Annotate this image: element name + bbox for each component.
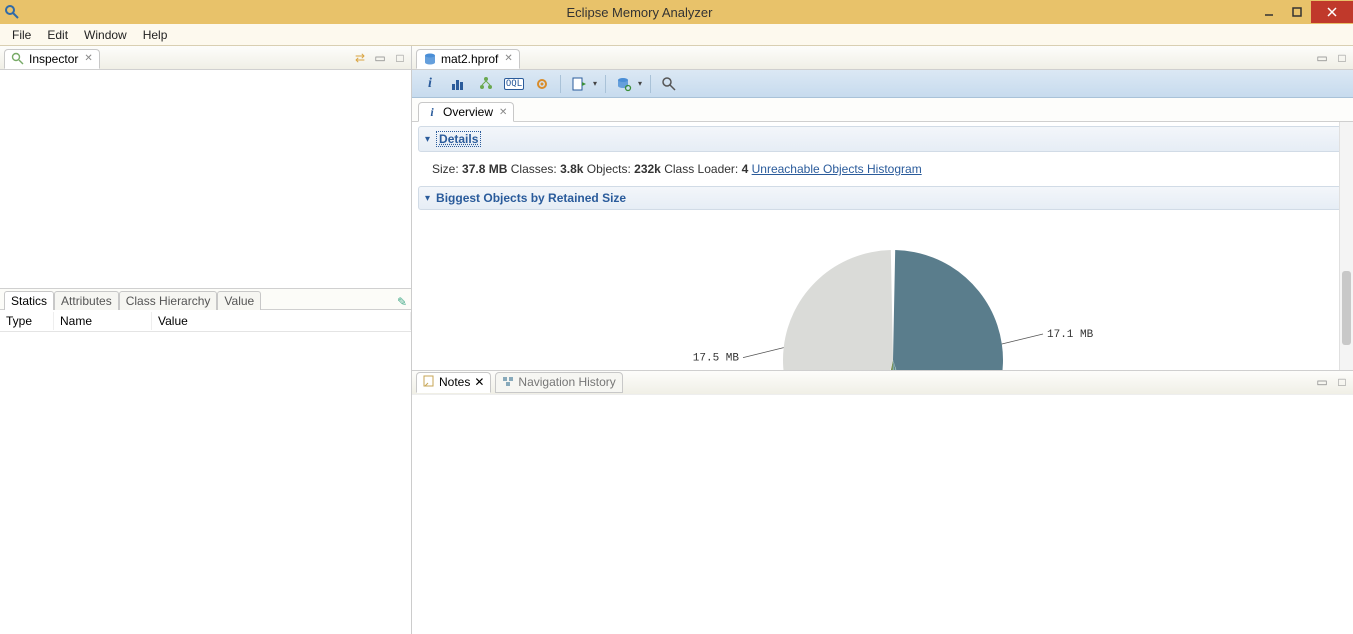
tab-notes[interactable]: Notes ✕ (416, 372, 491, 393)
inspector-tabbar: Inspector ✕ ⇄ ▭ □ (0, 46, 411, 70)
nav-history-label: Navigation History (518, 375, 615, 389)
size-label: Size: (432, 162, 459, 176)
inspector-columns: Type Name Value (0, 310, 411, 332)
overview-content: ▾ Details Size: 37.8 MB Classes: 3.8k Ob… (412, 122, 1353, 370)
inspector-actions: ⇄ ▭ □ (353, 51, 407, 65)
classes-label: Classes: (511, 162, 557, 176)
minimize-view-icon[interactable]: ▭ (1315, 375, 1329, 389)
separator (650, 75, 651, 93)
size-value: 37.8 MB (462, 162, 507, 176)
histogram-icon[interactable] (448, 74, 468, 94)
maximize-button[interactable] (1283, 1, 1311, 23)
history-icon (502, 375, 514, 390)
run-report-icon[interactable] (569, 74, 589, 94)
dropdown-caret-icon[interactable]: ▾ (593, 79, 597, 88)
menu-file[interactable]: File (4, 26, 39, 44)
app-icon (3, 3, 21, 21)
inspector-table-empty (0, 332, 411, 634)
overview-tabbar: i Overview ✕ (412, 98, 1353, 122)
gear-icon[interactable] (532, 74, 552, 94)
objects-label: Objects: (587, 162, 631, 176)
inspector-tab-label: Inspector (29, 52, 78, 66)
minimize-button[interactable] (1255, 1, 1283, 23)
database-icon (423, 52, 437, 66)
menu-help[interactable]: Help (135, 26, 176, 44)
pie-slice[interactable] (893, 250, 1003, 369)
sync-icon[interactable]: ⇄ (353, 51, 367, 65)
inspector-icon (11, 52, 25, 66)
tab-class-hierarchy[interactable]: Class Hierarchy (119, 291, 218, 310)
section-details-label: Details (436, 131, 481, 147)
dominator-tree-icon[interactable] (476, 74, 496, 94)
workspace: Inspector ✕ ⇄ ▭ □ Statics Attributes Cla… (0, 46, 1353, 634)
menu-window[interactable]: Window (76, 26, 135, 44)
col-type[interactable]: Type (0, 312, 54, 330)
search-icon[interactable] (659, 74, 679, 94)
maximize-view-icon[interactable]: □ (393, 51, 407, 65)
oql-icon[interactable]: OQL (504, 74, 524, 94)
dropdown-caret-icon[interactable]: ▾ (638, 79, 642, 88)
unreachable-link[interactable]: Unreachable Objects Histogram (752, 162, 922, 176)
info-icon[interactable]: i (420, 74, 440, 94)
separator (605, 75, 606, 93)
close-icon[interactable]: ✕ (84, 53, 92, 64)
classloader-label: Class Loader: (664, 162, 738, 176)
editor-toolbar: i OQL ▾ ▾ (412, 70, 1353, 98)
tab-value[interactable]: Value (217, 291, 261, 310)
minimize-view-icon[interactable]: ▭ (373, 51, 387, 65)
collapse-icon[interactable]: ▾ (425, 134, 430, 145)
close-icon[interactable]: ✕ (504, 53, 512, 64)
menu-bar: File Edit Window Help (0, 24, 1353, 46)
tab-attributes[interactable]: Attributes (54, 291, 119, 310)
close-button[interactable] (1311, 1, 1353, 23)
section-biggest[interactable]: ▾ Biggest Objects by Retained Size (418, 186, 1347, 210)
minimize-editor-icon[interactable]: ▭ (1315, 51, 1329, 65)
pie-slice-label: 17.5 MB (692, 353, 739, 365)
pie-chart: 17.1 MB1.7 MB1.4 MB17.5 MB Total: 37.8 M… (418, 216, 1347, 370)
bottom-tabbar: Notes ✕ Navigation History ▭ □ (412, 370, 1353, 394)
title-bar: Eclipse Memory Analyzer (0, 0, 1353, 24)
inspector-body (0, 70, 411, 288)
scrollbar[interactable] (1339, 122, 1353, 370)
left-pane: Inspector ✕ ⇄ ▭ □ Statics Attributes Cla… (0, 46, 412, 634)
window-controls (1255, 1, 1353, 23)
tab-overview[interactable]: i Overview ✕ (418, 102, 514, 122)
hprof-tab-label: mat2.hprof (441, 52, 498, 66)
menu-edit[interactable]: Edit (39, 26, 76, 44)
app-title: Eclipse Memory Analyzer (24, 5, 1255, 20)
close-icon[interactable]: ✕ (499, 107, 507, 118)
section-biggest-label: Biggest Objects by Retained Size (436, 191, 626, 205)
section-details[interactable]: ▾ Details (418, 126, 1347, 152)
classloader-value: 4 (742, 162, 749, 176)
maximize-view-icon[interactable]: □ (1335, 375, 1349, 389)
objects-value: 232k (634, 162, 661, 176)
pie-slice-label: 17.1 MB (1047, 329, 1094, 341)
right-pane: mat2.hprof ✕ ▭ □ i OQL ▾ ▾ (412, 46, 1353, 634)
col-name[interactable]: Name (54, 312, 152, 330)
tab-hprof-file[interactable]: mat2.hprof ✕ (416, 49, 520, 69)
tab-nav-history[interactable]: Navigation History (495, 372, 622, 393)
query-browser-icon[interactable] (614, 74, 634, 94)
maximize-editor-icon[interactable]: □ (1335, 51, 1349, 65)
overview-tab-label: Overview (443, 105, 493, 119)
tab-statics[interactable]: Statics (4, 291, 54, 310)
notes-body[interactable] (412, 394, 1353, 634)
classes-value: 3.8k (560, 162, 583, 176)
col-value[interactable]: Value (152, 312, 411, 330)
close-icon[interactable]: ✕ (474, 375, 484, 389)
collapse-icon[interactable]: ▾ (425, 193, 430, 204)
tab-inspector[interactable]: Inspector ✕ (4, 49, 100, 69)
pin-icon[interactable]: ✎ (397, 295, 407, 309)
info-icon: i (425, 105, 439, 119)
inspector-lower-tabs: Statics Attributes Class Hierarchy Value… (0, 288, 411, 310)
notes-icon (423, 375, 435, 390)
notes-label: Notes (439, 375, 470, 389)
separator (560, 75, 561, 93)
pie-slice[interactable] (783, 250, 893, 369)
bottom-actions: ▭ □ (1315, 375, 1349, 389)
editor-actions: ▭ □ (1315, 51, 1349, 65)
editor-tabbar: mat2.hprof ✕ ▭ □ (412, 46, 1353, 70)
details-summary: Size: 37.8 MB Classes: 3.8k Objects: 232… (418, 158, 1347, 186)
